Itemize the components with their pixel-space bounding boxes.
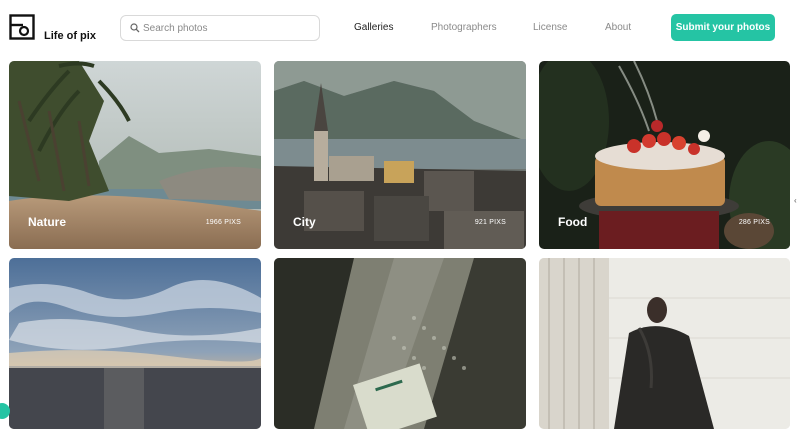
search-icon <box>130 23 140 33</box>
nav-galleries[interactable]: Galleries <box>354 22 393 33</box>
site-header: Life of pix Galleries Photographers Lice… <box>0 0 800 56</box>
gallery-title: Food <box>558 215 588 229</box>
logo-icon <box>9 14 35 40</box>
brand-name: Life of pix <box>44 30 96 42</box>
gallery-title: Nature <box>28 215 67 229</box>
gallery-card-people[interactable] <box>539 258 790 429</box>
search-box[interactable] <box>120 15 320 41</box>
gallery-card-abstract[interactable] <box>274 258 526 429</box>
nav-photographers[interactable]: Photographers <box>431 22 497 33</box>
gallery-count: 286 PIXS <box>738 219 770 226</box>
sea-sunset-photo <box>9 258 261 429</box>
gallery-title: City <box>293 215 316 229</box>
gallery-count: 921 PIXS <box>474 219 506 226</box>
gallery-count: 1966 PIXS <box>205 219 241 226</box>
nav-license[interactable]: License <box>533 22 567 33</box>
submit-photos-button[interactable]: Submit your photos <box>671 14 775 41</box>
book-shadow-photo <box>274 258 526 429</box>
gallery-card-nature[interactable]: Nature 1966 PIXS <box>9 61 261 249</box>
nav-about[interactable]: About <box>605 22 631 33</box>
brand-logo[interactable]: Life of pix <box>9 14 96 44</box>
gallery-card-sky[interactable] <box>9 258 261 429</box>
gallery-card-food[interactable]: Food 286 PIXS <box>539 61 790 249</box>
scroll-edge-indicator: ‹ <box>794 196 797 205</box>
search-input[interactable] <box>143 19 313 37</box>
gallery-card-city[interactable]: City 921 PIXS <box>274 61 526 249</box>
woman-column-photo <box>539 258 790 429</box>
